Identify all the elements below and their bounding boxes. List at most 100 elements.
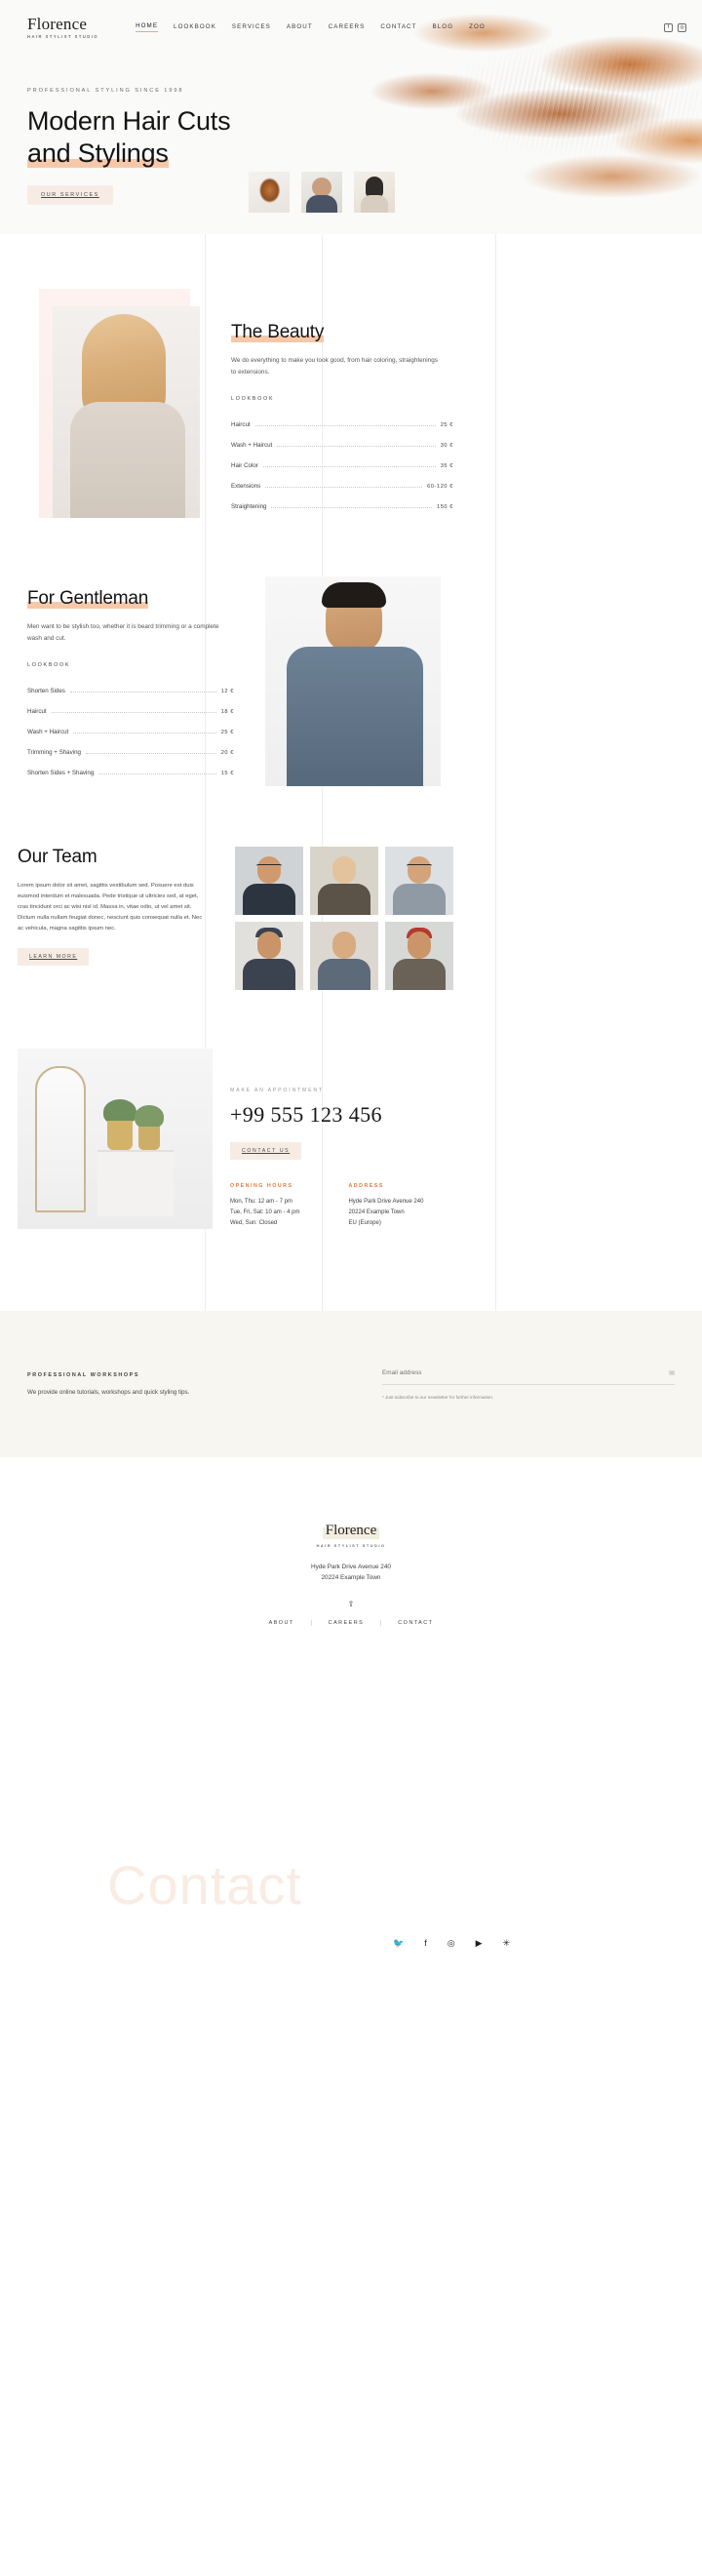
nav-item-about[interactable]: About (287, 23, 313, 32)
hero-title-line1: Modern Hair Cuts (27, 106, 231, 136)
price-dots (265, 486, 423, 488)
our-services-button[interactable]: Our Services (27, 184, 113, 205)
price-row: Trimming + Shaving 20 € (27, 742, 234, 763)
nav-item-blog[interactable]: Blog (433, 23, 454, 32)
beauty-content: The Beauty We do everything to make you … (231, 289, 453, 518)
beauty-photo (39, 289, 200, 518)
hero-title: Modern Hair Cuts and Stylings (27, 105, 349, 170)
price-value: 15 € (220, 770, 234, 776)
price-name: Wash + Haircut (27, 728, 69, 735)
address-value: Hyde Park Drive Avenue 240 20224 Example… (348, 1199, 424, 1227)
price-value: 25 € (220, 729, 234, 735)
arrow-up-icon[interactable]: ⇧ (0, 1600, 702, 1608)
contact-watermark: Contact (107, 1854, 302, 1916)
footer-nav-careers[interactable]: Careers (312, 1619, 382, 1626)
price-value: 150 € (437, 503, 453, 510)
contact-us-button[interactable]: Contact Us (230, 1142, 302, 1160)
team-member-photo[interactable] (385, 922, 453, 990)
price-name: Haircut (27, 707, 47, 715)
team-photo-grid (235, 847, 453, 990)
price-dots (69, 691, 216, 693)
team-member-photo[interactable] (385, 847, 453, 915)
gentleman-title: For Gentleman (27, 588, 149, 609)
team-member-photo[interactable] (310, 847, 378, 915)
newsletter-copy: Professional Workshops We provide online… (27, 1372, 349, 1396)
newsletter-text: We provide online tutorials, workshops a… (27, 1389, 190, 1397)
price-dots (98, 773, 216, 774)
hero-section: Florence Hair Stylist Studio Home Lookbo… (0, 0, 702, 234)
facebook-icon[interactable]: f (424, 1939, 427, 1948)
address-block: Address Hyde Park Drive Avenue 240 20224… (348, 1183, 423, 1229)
instagram-icon[interactable]: ◎ (448, 1939, 455, 1948)
beauty-section: The Beauty We do everything to make you … (0, 234, 702, 518)
envelope-icon[interactable]: ✉ (669, 1369, 675, 1377)
footer-address: Hyde Park Drive Avenue 240 20224 Example… (0, 1562, 702, 1583)
thumbnail-man[interactable] (301, 172, 342, 213)
team-title: Our Team (18, 847, 98, 867)
social-links: 🐦 f ◎ ▶ ✳ (393, 1939, 510, 1948)
price-name: Straightening (231, 502, 267, 510)
price-row: Wash + Haircut 25 € (27, 722, 234, 742)
team-body: Lorem ipsum dolor sit amet, sagittis ves… (18, 883, 203, 931)
newsletter-form: ✉ * Just subscribe to our newsletter for… (382, 1369, 675, 1400)
team-section: Our Team Lorem ipsum dolor sit amet, sag… (0, 786, 702, 990)
nav-item-services[interactable]: Services (232, 23, 271, 32)
instagram-icon[interactable]: ◎ (678, 22, 686, 32)
price-row: Hair Color 35 € (231, 456, 453, 476)
studio-photo (18, 1049, 213, 1229)
price-dots (277, 445, 436, 447)
yelp-icon[interactable]: ✳ (503, 1939, 511, 1948)
youtube-icon[interactable]: ▶ (476, 1939, 483, 1948)
price-name: Shorten Sides + Shaving (27, 769, 95, 776)
price-value: 30 € (440, 442, 453, 449)
nav-item-contact[interactable]: Contact (380, 23, 416, 32)
learn-more-button[interactable]: Learn More (18, 947, 90, 966)
newsletter-section: Professional Workshops We provide online… (0, 1311, 702, 1458)
price-value: 25 € (440, 421, 453, 428)
thumbnail-hair[interactable] (249, 172, 290, 213)
price-name: Shorten Sides (27, 687, 65, 694)
hero-eyebrow: Professional Styling Since 1998 (27, 88, 184, 94)
gentleman-section: For Gentleman Men want to be stylish too… (0, 518, 702, 786)
site-footer: Florence Hair Stylist Studio Hyde Park D… (0, 1457, 702, 1677)
contact-eyebrow: Make an Appointment (230, 1088, 324, 1093)
price-name: Haircut (231, 420, 251, 428)
gentleman-price-list: Shorten Sides 12 € Haircut 18 € Wash + H… (27, 681, 234, 783)
header-social-links: f ◎ (664, 22, 686, 32)
nav-item-lookbook[interactable]: Lookbook (174, 23, 216, 32)
price-row: Shorten Sides 12 € (27, 681, 234, 701)
price-value: 18 € (220, 708, 234, 715)
newsletter-note: * Just subscribe to our newsletter for f… (382, 1394, 494, 1400)
price-row: Haircut 25 € (231, 415, 453, 435)
team-member-photo[interactable] (235, 847, 303, 915)
facebook-icon[interactable]: f (664, 22, 673, 32)
email-field[interactable] (382, 1369, 670, 1377)
email-field-wrapper[interactable]: ✉ (382, 1369, 675, 1385)
nav-item-home[interactable]: Home (136, 22, 159, 32)
thumbnail-woman[interactable] (354, 172, 395, 213)
nav-item-zoo[interactable]: Zoo (469, 23, 486, 32)
main-nav: Home Lookbook Services About Careers Con… (136, 22, 486, 32)
price-dots (85, 752, 216, 754)
brand-name: Florence (27, 14, 88, 33)
footer-nav-about[interactable]: About (253, 1619, 312, 1626)
price-name: Hair Color (231, 461, 258, 469)
site-header: Florence Hair Stylist Studio Home Lookbo… (0, 0, 702, 43)
team-member-photo[interactable] (310, 922, 378, 990)
price-name: Trimming + Shaving (27, 748, 81, 756)
price-name: Extensions (231, 482, 261, 490)
opening-hours-title: Opening Hours (230, 1183, 293, 1189)
hero-thumbnails (249, 172, 395, 213)
footer-nav-contact[interactable]: Contact (381, 1620, 449, 1626)
phone-number[interactable]: +99 555 123 456 (230, 1102, 523, 1128)
team-member-photo[interactable] (235, 922, 303, 990)
price-dots (262, 465, 436, 467)
opening-hours-value: Mon, Thu: 12 am - 7 pm Tue, Fri, Sat: 10… (230, 1199, 300, 1227)
brand-logo[interactable]: Florence Hair Stylist Studio (27, 16, 98, 39)
opening-hours-block: Opening Hours Mon, Thu: 12 am - 7 pm Tue… (230, 1183, 299, 1229)
footer-nav: About Careers Contact (0, 1619, 702, 1626)
contact-details: Opening Hours Mon, Thu: 12 am - 7 pm Tue… (230, 1183, 523, 1229)
twitter-icon[interactable]: 🐦 (393, 1939, 404, 1948)
price-row: Extensions 60-120 € (231, 476, 453, 496)
nav-item-careers[interactable]: Careers (329, 23, 366, 32)
